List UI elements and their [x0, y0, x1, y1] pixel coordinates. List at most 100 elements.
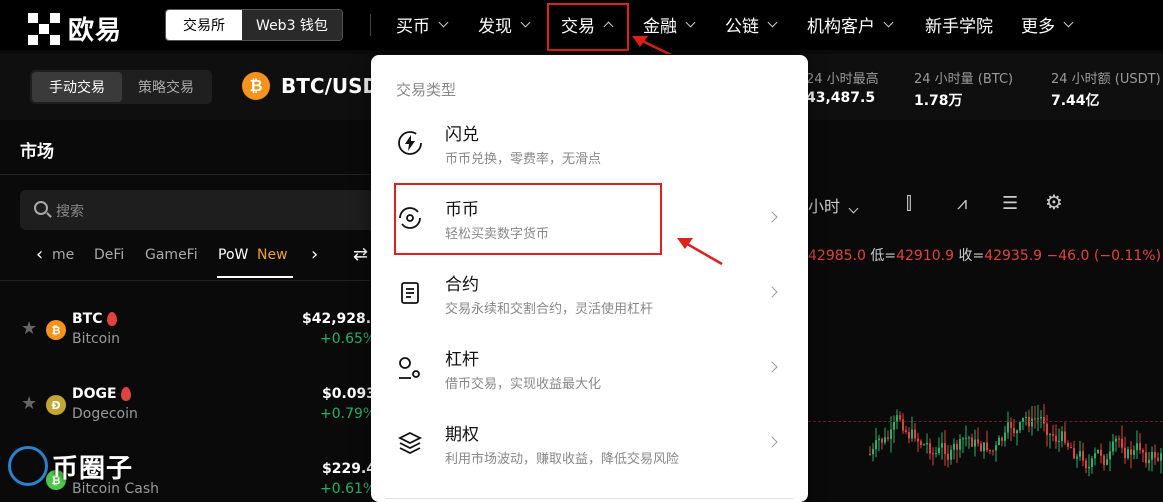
manual-trading-tab[interactable]: 手动交易 [32, 72, 122, 102]
chart-area[interactable] [808, 124, 1163, 502]
strategy-trading-tab[interactable]: 策略交易 [122, 77, 210, 97]
candle-body [1142, 450, 1144, 453]
candle-body [956, 443, 958, 450]
candle-body [908, 432, 910, 439]
candle-body [1109, 451, 1111, 460]
web3-wallet-tab[interactable]: Web3 钱包 [242, 10, 342, 40]
tab-pow[interactable]: PoW [218, 247, 248, 263]
okx-logo-icon [28, 12, 60, 45]
candle-body [971, 437, 973, 447]
menu-item-options[interactable]: 期权 利用市场波动，赚取收益，降低交易风险 [371, 410, 808, 480]
candle-body [1121, 438, 1123, 448]
exchange-tab[interactable]: 交易所 [166, 10, 242, 40]
candle-type-icon[interactable]: ⫿ [906, 193, 912, 214]
candle-body [1010, 422, 1012, 428]
hot-flame-icon [106, 312, 117, 326]
candle-body [893, 421, 895, 430]
candle-body [1037, 418, 1039, 420]
candle-body [1049, 434, 1051, 436]
candle-body [974, 439, 976, 447]
tabs-next-icon[interactable]: › [311, 244, 318, 265]
candle-body [1052, 434, 1054, 436]
nav-academy[interactable]: 新手学院 [925, 12, 993, 37]
interval-selector[interactable]: 小时 [808, 193, 859, 217]
coin-name: Bitcoin [72, 331, 121, 347]
candle-body [1151, 451, 1153, 460]
okx-logo[interactable]: 欧易 [28, 10, 122, 47]
candle-body [941, 443, 943, 448]
swap-icon[interactable]: ⇄ [353, 244, 368, 265]
menu-item-contract[interactable]: 合约 交易永续和交割合约，灵活使用杠杆 [371, 260, 808, 330]
nav-buy-crypto[interactable]: 买币 [396, 12, 449, 37]
candle-body [1064, 431, 1066, 443]
highlight-box-spot [394, 183, 662, 255]
nav-institutional[interactable]: 机构客户 [807, 12, 894, 37]
candle-body [890, 429, 892, 439]
candle-body [1040, 416, 1042, 419]
candle-body [1160, 453, 1162, 461]
chevron-right-icon [766, 286, 778, 298]
menu-item-title: 合约 [445, 275, 479, 295]
candle-body [1007, 422, 1009, 433]
tabs-prev-icon[interactable]: ‹ [36, 244, 43, 265]
menu-item-margin[interactable]: 杠杆 借币交易，实现收益最大化 [371, 335, 808, 405]
tab-meme[interactable]: me [52, 247, 74, 263]
chevron-down-icon [767, 17, 778, 28]
tab-defi[interactable]: DeFi [94, 247, 124, 263]
candle-body [872, 449, 874, 455]
chevron-down-icon [438, 17, 449, 28]
list-settings-icon[interactable]: ☰ [1002, 193, 1018, 214]
menu-item-flash-swap[interactable]: 闪兑 币币兑换，零费率，无滑点 [371, 110, 808, 180]
candle-body [986, 442, 988, 451]
nav-chain[interactable]: 公链 [725, 12, 778, 37]
dropdown-heading: 交易类型 [396, 81, 457, 99]
candle-body [977, 439, 979, 444]
menu-item-desc: 借币交易，实现收益最大化 [445, 377, 602, 392]
candle-body [1157, 457, 1159, 461]
candle-body [899, 415, 901, 420]
contract-icon [401, 282, 419, 304]
candlestick-chart [869, 404, 1162, 477]
candle-body [914, 429, 916, 439]
nav-more[interactable]: 更多 [1021, 12, 1074, 37]
candle-body [1001, 437, 1003, 441]
stat-24h-amount: 24 小时额 (USDT) 7.44亿 [1051, 72, 1161, 109]
candle-body [989, 450, 991, 452]
candle-body [962, 438, 964, 440]
candle-body [965, 437, 967, 439]
gear-icon[interactable]: ⚙ [1045, 190, 1063, 214]
nav-discover[interactable]: 发现 [478, 12, 531, 37]
candle-body [1073, 448, 1075, 459]
candle-body [881, 438, 883, 443]
candle-body [911, 429, 913, 439]
margin-icon [399, 357, 420, 379]
watermark-text: 币圈子 [52, 453, 134, 484]
candle-body [869, 454, 871, 455]
candle-body [875, 440, 877, 450]
flash-swap-icon [398, 131, 422, 155]
candle-body [932, 453, 934, 455]
tab-gamefi[interactable]: GameFi [145, 247, 198, 263]
favorite-star-icon[interactable]: ★ [21, 318, 37, 339]
coin-price: $229.4 [322, 461, 377, 477]
candle-body [884, 437, 886, 443]
coin-symbol[interactable]: DOGE [72, 386, 131, 402]
candle-body [1046, 423, 1048, 435]
candle-body [1097, 449, 1099, 454]
candle-body [878, 438, 880, 441]
favorite-star-icon[interactable]: ★ [21, 393, 37, 414]
hot-flame-icon [120, 387, 131, 401]
candle-body [998, 437, 1000, 446]
coin-change: +0.65% [320, 331, 377, 347]
active-tab-underline [217, 276, 293, 278]
candle-body [1112, 441, 1114, 452]
divider [0, 280, 370, 281]
candle-body [1019, 421, 1021, 431]
coin-price: $0.093 [322, 386, 377, 402]
coin-symbol[interactable]: BTC [72, 311, 117, 327]
candle-body [938, 447, 940, 454]
menu-item-title: 期权 [445, 425, 479, 445]
indicator-icon[interactable]: ⩘ [957, 193, 967, 214]
highlight-box-trade [547, 3, 629, 51]
menu-item-desc: 利用市场波动，赚取收益，降低交易风险 [445, 452, 680, 467]
